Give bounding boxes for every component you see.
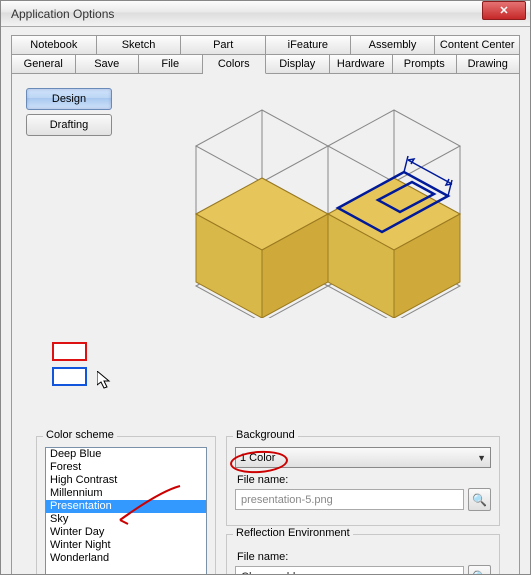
magnifier-icon: 🔍 [472,570,487,575]
group-color-scheme: Color scheme Deep Blue Forest High Contr… [36,436,216,575]
tab-colors[interactable]: Colors [203,54,267,74]
tabs-row-2: General Save File Colors Display Hardwar… [11,54,520,74]
group-background: Background 1 Color ▼ File name: presenta… [226,436,500,526]
tab-sketch[interactable]: Sketch [97,35,182,55]
close-button[interactable]: ✕ [482,1,526,20]
tab-file[interactable]: File [139,54,203,74]
browse-button[interactable]: 🔍 [468,565,491,575]
tab-general[interactable]: General [11,54,76,74]
tab-part[interactable]: Part [181,35,266,55]
browse-button[interactable]: 🔍 [468,488,491,511]
list-item[interactable]: Wonderland [46,552,206,565]
list-item[interactable]: Forest [46,461,206,474]
background-filename-field[interactable]: presentation-5.png [235,489,464,510]
list-item[interactable]: Winter Day [46,526,206,539]
tab-content-center[interactable]: Content Center [435,35,520,55]
tab-ifeature[interactable]: iFeature [266,35,351,55]
tabs-row-1: Notebook Sketch Part iFeature Assembly C… [11,35,520,55]
swatch-blue[interactable] [52,367,87,386]
tab-notebook[interactable]: Notebook [11,35,97,55]
list-item[interactable]: Deep Blue [46,448,206,461]
list-item[interactable]: Sky [46,513,206,526]
label-reflection: Reflection Environment [233,527,353,539]
magnifier-icon: 🔍 [472,493,487,507]
background-combo[interactable]: 1 Color ▼ [235,447,491,468]
chevron-down-icon: ▼ [477,453,486,463]
list-item[interactable]: High Contrast [46,474,206,487]
preview-3d [152,88,492,318]
label-background: Background [233,429,298,441]
tab-assembly[interactable]: Assembly [351,35,436,55]
window-title: Application Options [7,7,524,21]
list-item[interactable]: Winter Night [46,539,206,552]
swatch-red[interactable] [52,342,87,361]
list-item[interactable]: Millennium [46,487,206,500]
tab-hardware[interactable]: Hardware [330,54,394,74]
tab-save[interactable]: Save [76,54,140,74]
tab-prompts[interactable]: Prompts [393,54,457,74]
tab-panel-colors: Design Drafting [11,74,520,575]
label-filename: File name: [237,474,491,486]
label-filename: File name: [237,551,491,563]
design-mode-button[interactable]: Design [26,88,112,110]
drafting-mode-button[interactable]: Drafting [26,114,112,136]
label-color-scheme: Color scheme [43,429,117,441]
cursor-icon [97,371,113,391]
tab-drawing[interactable]: Drawing [457,54,521,74]
reflection-filename-field[interactable]: Chrome.dds [235,566,464,575]
close-icon: ✕ [499,4,508,17]
list-item[interactable]: Presentation [46,500,206,513]
swatches [52,342,87,386]
color-scheme-listbox[interactable]: Deep Blue Forest High Contrast Millenniu… [45,447,207,575]
tab-display[interactable]: Display [266,54,330,74]
background-combo-value: 1 Color [240,452,275,464]
group-reflection: Reflection Environment File name: Chrome… [226,534,500,575]
titlebar: Application Options ✕ [1,1,530,27]
